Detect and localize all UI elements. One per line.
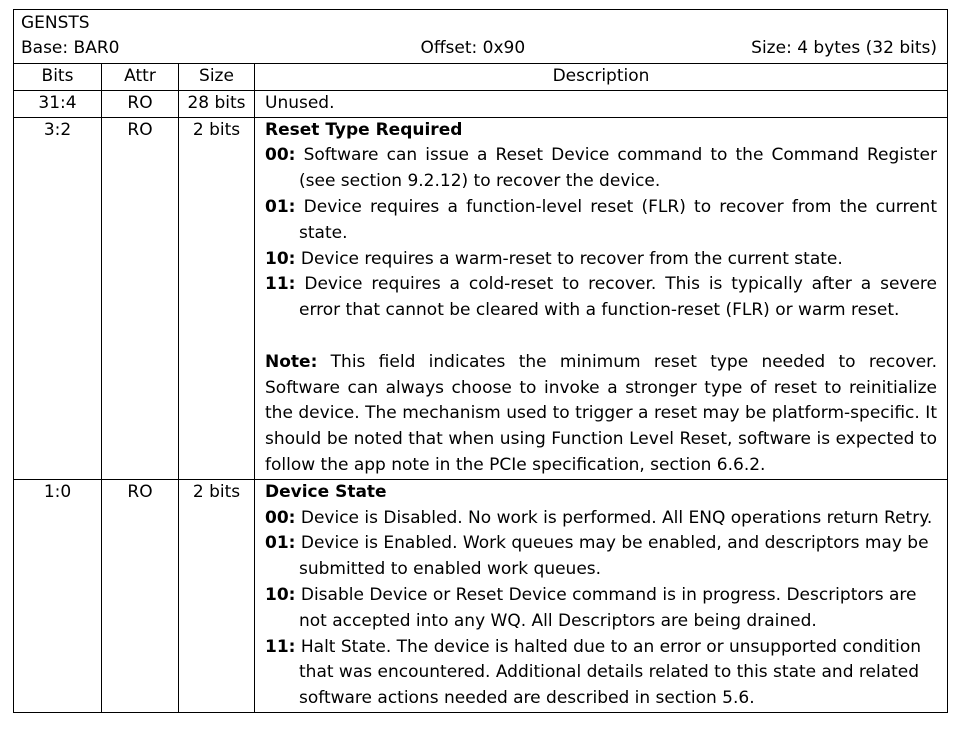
attr-cell: RO	[101, 116, 179, 480]
column-header-row: Bits Attr Size Description	[13, 63, 948, 91]
size-cell: 28 bits	[178, 89, 255, 118]
encoding-code: 01:	[265, 196, 296, 217]
register-table: GENSTS Base: BAR0 Offset: 0x90 Size: 4 b…	[13, 9, 948, 713]
encoding-text: Device is Enabled. Work queues may be en…	[295, 533, 929, 580]
encoding-text: Device is Disabled. No work is performed…	[295, 507, 933, 528]
encoding-code: 00:	[265, 145, 296, 166]
encoding-entry: 01: Device is Enabled. Work queues may b…	[265, 531, 937, 583]
encoding-text: Device requires a warm-reset to recover …	[295, 248, 843, 269]
note-text: This field indicates the minimum reset t…	[265, 351, 937, 475]
col-attr-header: Attr	[101, 63, 179, 91]
register-offset: Offset: 0x90	[420, 38, 526, 58]
register-size: Size: 4 bytes (32 bits)	[751, 38, 937, 58]
encoding-text: Device requires a cold-reset to recover.…	[295, 274, 937, 321]
register-name: GENSTS	[21, 13, 90, 33]
bits-cell: 31:4	[13, 89, 102, 118]
bits-cell: 1:0	[13, 478, 102, 713]
encoding-text: Disable Device or Reset Device command i…	[295, 584, 917, 631]
encoding-text: Software can issue a Reset Device comman…	[295, 145, 937, 192]
size-cell: 2 bits	[178, 478, 255, 713]
size-cell: 2 bits	[178, 116, 255, 480]
encoding-code: 01:	[265, 533, 296, 554]
col-size-header: Size	[178, 63, 255, 91]
register-header: GENSTS Base: BAR0 Offset: 0x90 Size: 4 b…	[13, 9, 948, 64]
table-row: 1:0 RO 2 bits Device State 00: Device is…	[13, 478, 948, 713]
encoding-code: 10:	[265, 248, 296, 269]
encoding-entry: 11: Halt State. The device is halted due…	[265, 635, 937, 712]
encoding-entry: 00: Software can issue a Reset Device co…	[265, 143, 937, 195]
note-paragraph: Note: This field indicates the minimum r…	[265, 350, 937, 479]
col-bits-header: Bits	[13, 63, 102, 91]
encoding-code: 00:	[265, 507, 296, 528]
encoding-entry: 00: Device is Disabled. No work is perfo…	[265, 506, 937, 532]
encoding-code: 11:	[265, 636, 296, 657]
description-text: Unused.	[265, 92, 335, 113]
description-cell: Reset Type Required 00: Software can iss…	[254, 116, 948, 480]
encoding-entry: 11: Device requires a cold-reset to reco…	[265, 272, 937, 324]
table-row: 3:2 RO 2 bits Reset Type Required 00: So…	[13, 116, 948, 480]
register-base: Base: BAR0	[21, 38, 120, 58]
field-title: Device State	[265, 481, 387, 502]
encoding-text: Halt State. The device is halted due to …	[295, 636, 922, 709]
table-row: 31:4 RO 28 bits Unused.	[13, 89, 948, 118]
description-cell: Device State 00: Device is Disabled. No …	[254, 478, 948, 713]
register-doc: GENSTS Base: BAR0 Offset: 0x90 Size: 4 b…	[13, 9, 948, 713]
field-title: Reset Type Required	[265, 119, 463, 140]
encoding-code: 10:	[265, 584, 296, 605]
encoding-code: 11:	[265, 274, 296, 295]
note-label: Note:	[265, 351, 318, 372]
encoding-entry: 10: Disable Device or Reset Device comma…	[265, 583, 937, 635]
register-header-row: GENSTS Base: BAR0 Offset: 0x90 Size: 4 b…	[13, 9, 948, 64]
encoding-entry: 01: Device requires a function-level res…	[265, 195, 937, 247]
attr-cell: RO	[101, 89, 179, 118]
encoding-entry: 10: Device requires a warm-reset to reco…	[265, 247, 937, 273]
bits-cell: 3:2	[13, 116, 102, 480]
description-cell: Unused.	[254, 89, 948, 118]
encoding-text: Device requires a function-level reset (…	[295, 196, 937, 243]
col-description-header: Description	[254, 63, 948, 91]
attr-cell: RO	[101, 478, 179, 713]
